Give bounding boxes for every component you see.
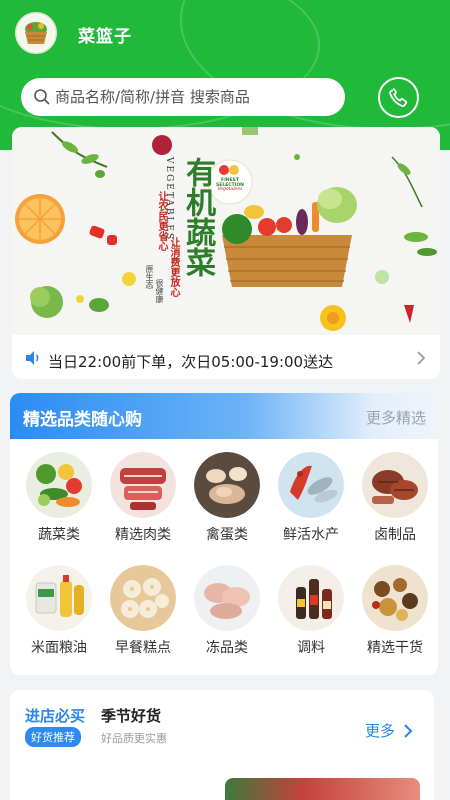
category-label: 调料 — [297, 640, 325, 656]
pastry-icon — [110, 565, 176, 631]
season-goods-title: 季节好货 — [101, 707, 162, 725]
phone-button[interactable] — [378, 77, 419, 118]
category-label: 精选肉类 — [115, 527, 171, 543]
banner-heading: 有机蔬菜 — [180, 157, 215, 277]
banner-col-b: 很健康 — [155, 279, 164, 303]
search-icon — [34, 89, 50, 105]
speaker-icon — [26, 351, 39, 365]
category-item-frozen[interactable]: 冻品类 — [185, 565, 269, 657]
category-label: 早餐糕点 — [115, 640, 171, 656]
app-title: 菜篮子 — [78, 27, 132, 47]
frozen-icon — [194, 565, 260, 631]
category-item-meat[interactable]: 精选肉类 — [101, 452, 185, 544]
category-item-seasoning[interactable]: 调料 — [269, 565, 353, 657]
category-item-dried-goods[interactable]: 精选干货 — [353, 565, 437, 657]
category-more-link[interactable]: 更多精选 — [366, 407, 426, 428]
chevron-right-icon — [417, 351, 426, 365]
must-buy-section: 进店必买 好货推荐 季节好货 好品质更实惠 更多 — [10, 690, 434, 800]
app-logo — [15, 12, 57, 54]
category-label: 米面粮油 — [31, 640, 87, 656]
category-label: 冻品类 — [206, 640, 248, 656]
category-label: 卤制品 — [374, 527, 416, 543]
category-label: 禽蛋类 — [206, 527, 248, 543]
category-label: 精选干货 — [367, 640, 423, 656]
banner-slogan-right: 让消费更放心 — [168, 237, 179, 297]
braised-meat-icon — [362, 452, 428, 518]
category-item-vegetables[interactable]: 蔬菜类 — [17, 452, 101, 544]
promo-banner[interactable]: 有机蔬菜 VEGETABLES 让农民更省心 让消费更放心 原生态 很健康 FI… — [12, 127, 440, 379]
category-item-seafood[interactable]: 鲜活水产 — [269, 452, 353, 544]
category-label: 蔬菜类 — [38, 527, 80, 543]
category-item-poultry-egg[interactable]: 禽蛋类 — [185, 452, 269, 544]
category-item-pastry[interactable]: 早餐糕点 — [101, 565, 185, 657]
season-goods-subtitle: 好品质更实惠 — [101, 732, 167, 745]
category-item-rice-oil[interactable]: 米面粮油 — [17, 565, 101, 657]
banner-image: 有机蔬菜 VEGETABLES 让农民更省心 让消费更放心 原生态 很健康 FI… — [12, 127, 440, 335]
app-header: 菜篮子 — [0, 0, 450, 64]
category-item-braised[interactable]: 卤制品 — [353, 452, 437, 544]
category-label: 鲜活水产 — [283, 527, 339, 543]
poultry-egg-icon — [194, 452, 260, 518]
rice-oil-icon — [26, 565, 92, 631]
seasoning-icon — [278, 565, 344, 631]
phone-icon — [389, 87, 408, 107]
category-section: 精选品类随心购 更多精选 蔬菜类 精选肉类 禽蛋类 鲜活水产 卤制品 米面粮油 … — [10, 393, 438, 675]
chevron-right-icon[interactable] — [402, 722, 414, 740]
must-buy-title: 进店必买 — [25, 707, 86, 725]
category-title: 精选品类随心购 — [23, 410, 142, 430]
seafood-icon — [278, 452, 344, 518]
product-thumbnail[interactable] — [225, 778, 420, 800]
must-buy-more-link[interactable]: 更多 — [365, 720, 395, 741]
vegetables-icon — [26, 452, 92, 518]
delivery-notice[interactable]: 当日22:00前下单，次日05:00-19:00送达 — [12, 341, 440, 379]
delivery-notice-text: 当日22:00前下单，次日05:00-19:00送达 — [48, 353, 334, 371]
search-input[interactable] — [55, 78, 335, 116]
dried-goods-icon — [362, 565, 428, 631]
category-header: 精选品类随心购 更多精选 — [10, 393, 438, 439]
search-bar[interactable] — [21, 78, 345, 116]
recommend-badge: 好货推荐 — [25, 727, 81, 747]
meat-icon — [110, 452, 176, 518]
badge-bottom-text: Vegetables — [217, 187, 243, 192]
